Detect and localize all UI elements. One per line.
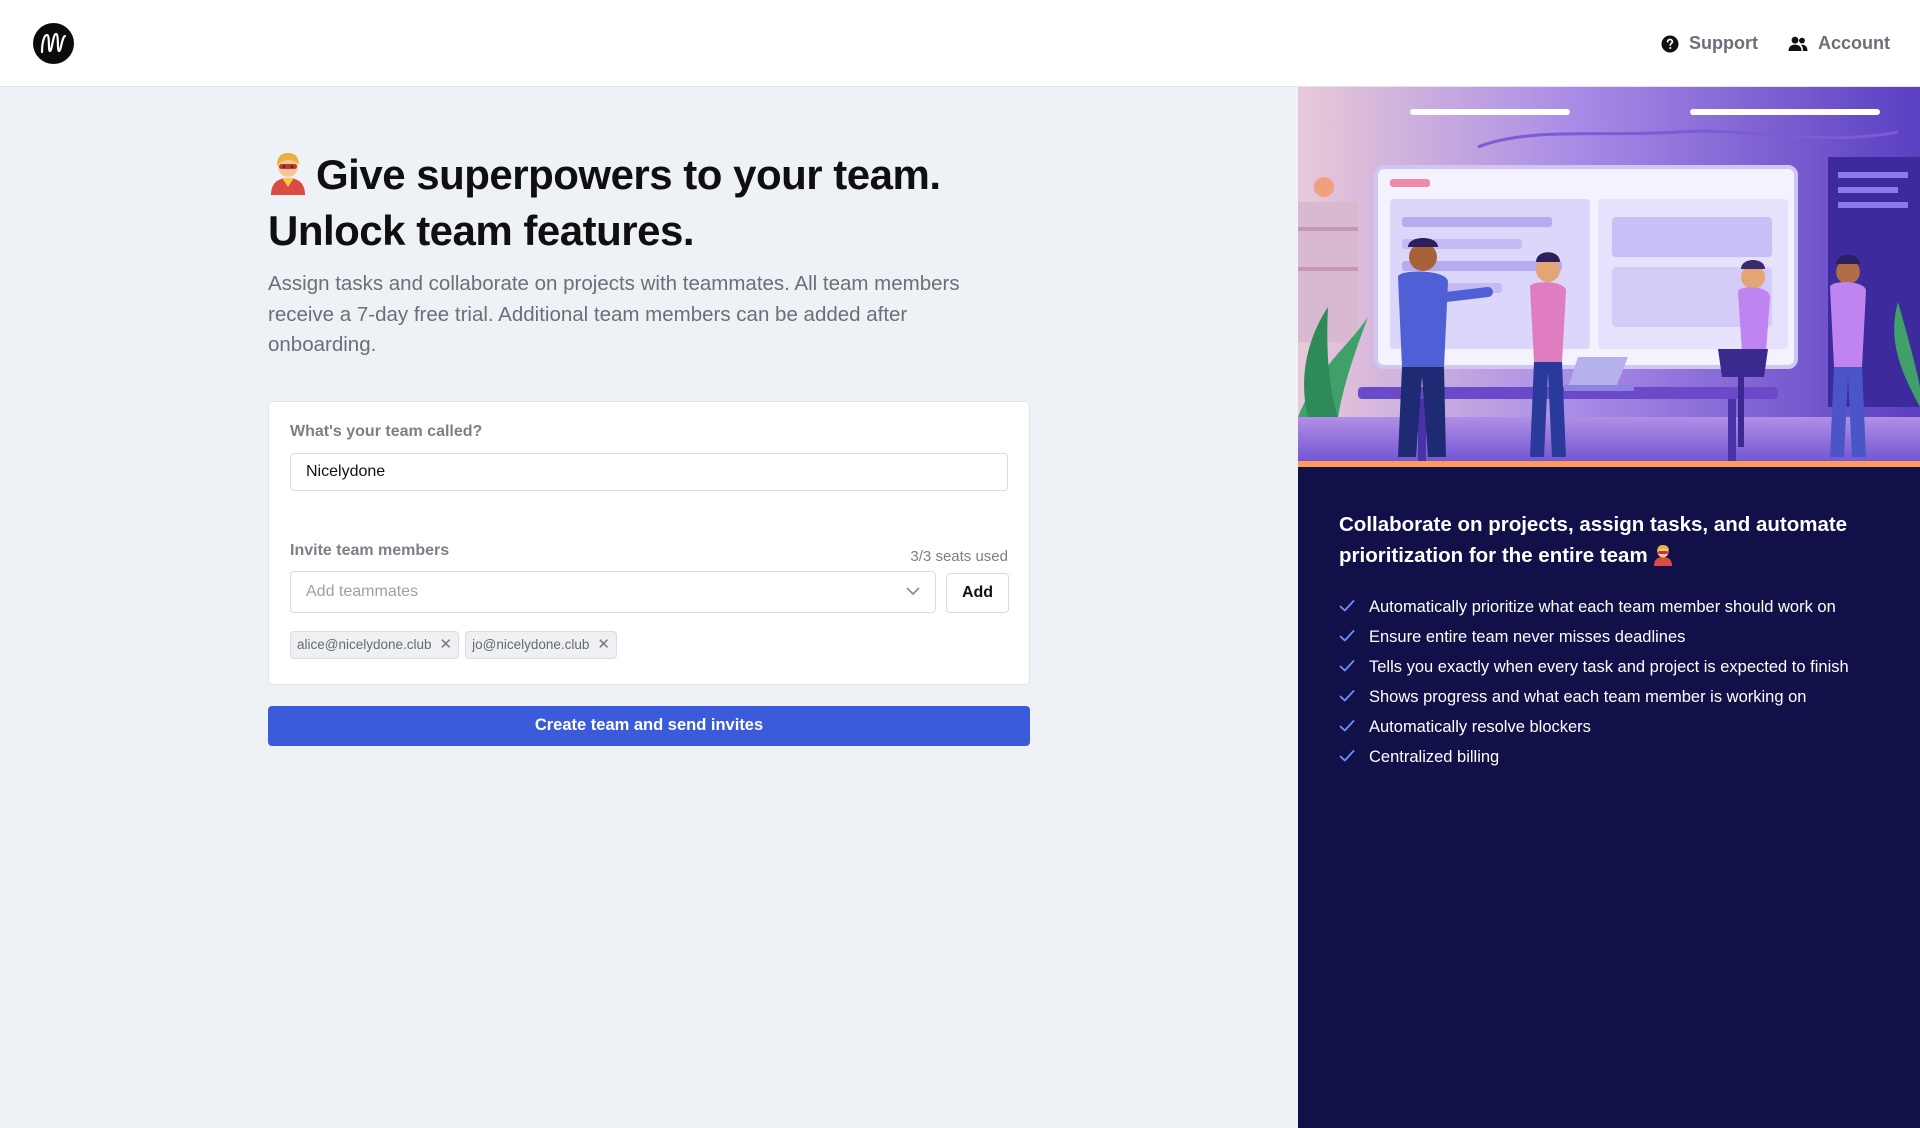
check-icon bbox=[1339, 720, 1355, 732]
chevron-down-icon bbox=[906, 587, 920, 595]
feature-text: Automatically prioritize what each team … bbox=[1369, 598, 1836, 616]
close-icon[interactable]: ✕ bbox=[440, 637, 453, 652]
check-icon bbox=[1339, 750, 1355, 762]
promo-title: Collaborate on projects, assign tasks, a… bbox=[1339, 509, 1879, 571]
feature-text: Shows progress and what each team member… bbox=[1369, 688, 1807, 706]
header-nav: Support Account bbox=[1661, 0, 1890, 87]
onboarding-form-section: Give superpowers to your team. Unlock te… bbox=[268, 147, 1030, 746]
headline-line-1: Give superpowers to your team. bbox=[316, 151, 941, 198]
help-circle-icon bbox=[1661, 35, 1679, 52]
invitee-list: alice@nicelydone.club ✕ jo@nicelydone.cl… bbox=[290, 630, 617, 659]
superhero-emoji-icon bbox=[271, 153, 305, 195]
check-icon bbox=[1339, 600, 1355, 612]
feature-item: Shows progress and what each team member… bbox=[1339, 687, 1879, 707]
main-panel: Give superpowers to your team. Unlock te… bbox=[0, 87, 1298, 1128]
feature-list: Automatically prioritize what each team … bbox=[1339, 597, 1879, 767]
superhero-emoji-icon bbox=[1654, 545, 1673, 566]
invitee-email: alice@nicelydone.club bbox=[297, 637, 432, 652]
add-teammate-button[interactable]: Add bbox=[946, 572, 1009, 613]
close-icon[interactable]: ✕ bbox=[597, 637, 610, 652]
page-subtitle: Assign tasks and collaborate on projects… bbox=[268, 272, 960, 356]
features-section: Collaborate on projects, assign tasks, a… bbox=[1339, 509, 1879, 777]
invite-label: Invite team members bbox=[290, 541, 450, 559]
account-label: Account bbox=[1818, 33, 1890, 53]
promo-panel: Collaborate on projects, assign tasks, a… bbox=[1298, 87, 1920, 1128]
page-title: Give superpowers to your team. Unlock te… bbox=[268, 147, 1030, 259]
team-name-label: What's your team called? bbox=[290, 422, 483, 440]
feature-text: Ensure entire team never misses deadline… bbox=[1369, 628, 1686, 646]
create-team-button[interactable]: Create team and send invites bbox=[268, 705, 1030, 746]
feature-text: Tells you exactly when every task and pr… bbox=[1369, 658, 1849, 676]
check-icon bbox=[1339, 660, 1355, 672]
feature-item: Automatically prioritize what each team … bbox=[1339, 597, 1879, 617]
team-name-input[interactable] bbox=[290, 452, 1008, 491]
promo-title-text: Collaborate on projects, assign tasks, a… bbox=[1339, 513, 1848, 567]
team-illustration bbox=[1298, 87, 1920, 467]
account-link[interactable]: Account bbox=[1788, 33, 1890, 54]
feature-item: Ensure entire team never misses deadline… bbox=[1339, 627, 1879, 647]
teammates-select[interactable]: Add teammates bbox=[290, 570, 936, 613]
team-collaboration-image bbox=[1298, 87, 1920, 467]
check-icon bbox=[1339, 690, 1355, 702]
feature-item: Automatically resolve blockers bbox=[1339, 717, 1879, 737]
invitee-chip: jo@nicelydone.club ✕ bbox=[465, 630, 617, 659]
teammates-placeholder: Add teammates bbox=[306, 582, 419, 600]
support-link[interactable]: Support bbox=[1661, 33, 1758, 54]
seats-used-count: 3/3 seats used bbox=[910, 547, 1008, 565]
check-icon bbox=[1339, 630, 1355, 642]
users-icon bbox=[1788, 36, 1808, 51]
feature-item: Tells you exactly when every task and pr… bbox=[1339, 657, 1879, 677]
team-setup-card: What's your team called? Invite team mem… bbox=[268, 400, 1030, 685]
invitee-chip: alice@nicelydone.club ✕ bbox=[290, 630, 460, 659]
headline-line-2: Unlock team features. bbox=[268, 207, 695, 254]
app-logo[interactable] bbox=[33, 23, 74, 64]
support-label: Support bbox=[1689, 33, 1758, 53]
top-bar: Support Account bbox=[0, 0, 1920, 87]
feature-text: Centralized billing bbox=[1369, 748, 1500, 766]
feature-text: Automatically resolve blockers bbox=[1369, 718, 1591, 736]
logo-mark-icon bbox=[40, 32, 67, 54]
feature-item: Centralized billing bbox=[1339, 747, 1879, 767]
invitee-email: jo@nicelydone.club bbox=[472, 637, 590, 652]
